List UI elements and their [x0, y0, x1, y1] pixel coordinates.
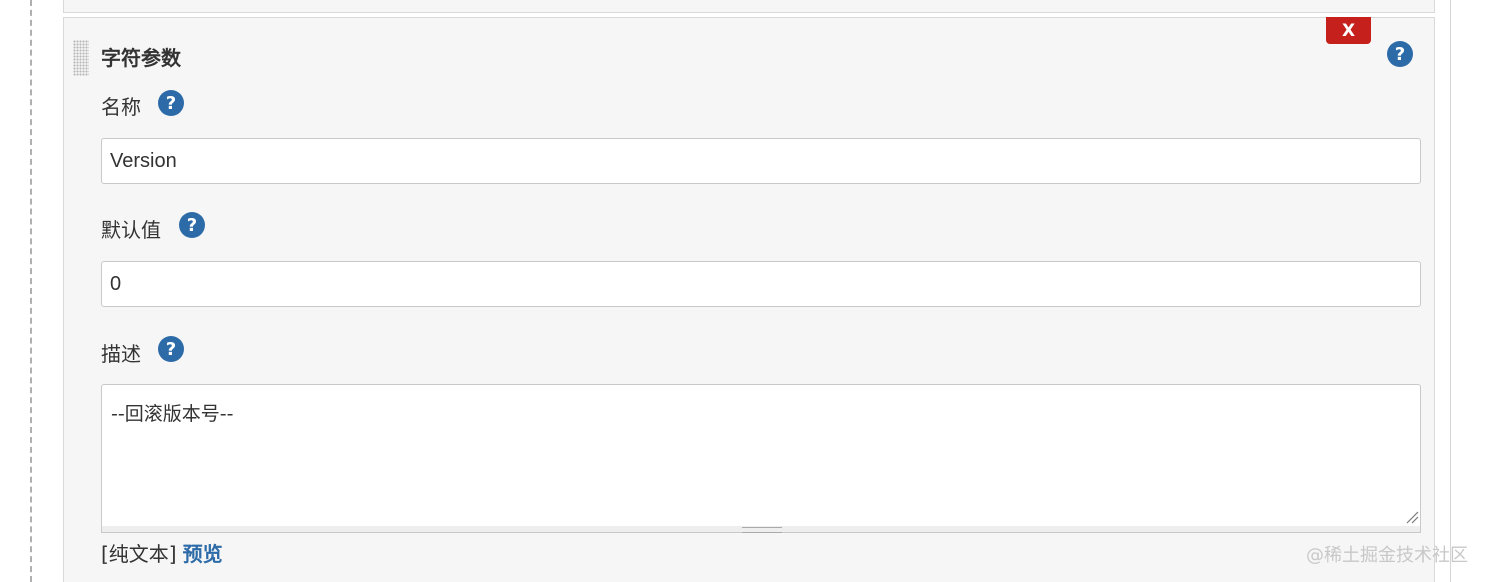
expand-grip-icon: [742, 527, 782, 533]
name-input[interactable]: [101, 138, 1421, 184]
default-value-help-icon[interactable]: ?: [179, 212, 205, 238]
name-label: 名称: [101, 95, 141, 119]
help-glyph: ?: [1394, 43, 1406, 65]
parameter-title: 字符参数: [101, 46, 181, 70]
preview-link[interactable]: 预览: [183, 542, 223, 566]
page: 字符参数 X ? 名称 ? 默认值 ? 描述 ? --回滚版本号-- [纯文本]…: [0, 0, 1512, 582]
textarea-expand-bar[interactable]: [101, 526, 1421, 533]
previous-parameter-block: [63, 0, 1435, 13]
help-glyph: ?: [186, 214, 198, 236]
help-glyph: ?: [165, 92, 177, 114]
help-glyph: ?: [165, 338, 177, 360]
drag-handle-icon[interactable]: [73, 40, 89, 76]
watermark: @稀土掘金技术社区: [1306, 545, 1468, 566]
plain-text-label: [纯文本]: [101, 542, 177, 566]
default-value-label: 默认值: [101, 218, 161, 242]
delete-parameter-button[interactable]: X: [1326, 17, 1371, 44]
outer-container-border: [1450, 0, 1451, 582]
parameter-help-icon[interactable]: ?: [1387, 41, 1413, 67]
description-help-icon[interactable]: ?: [158, 336, 184, 362]
name-help-icon[interactable]: ?: [158, 90, 184, 116]
resize-grip-icon[interactable]: [1405, 510, 1419, 524]
default-value-input[interactable]: [101, 261, 1421, 307]
description-textarea[interactable]: --回滚版本号--: [101, 384, 1421, 527]
dashed-rail: [30, 0, 32, 582]
description-label: 描述: [101, 342, 141, 366]
format-line: [纯文本] 预览: [101, 538, 223, 567]
